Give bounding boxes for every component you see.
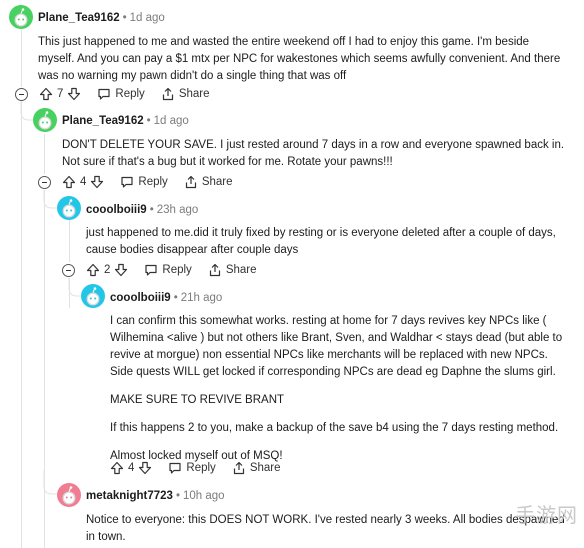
share-button[interactable]: Share [161, 87, 210, 101]
reply-icon [98, 88, 111, 100]
vote-count: 4 [128, 462, 135, 474]
share-label: Share [201, 176, 233, 188]
share-icon [185, 175, 196, 189]
comment-paragraph: in town. [86, 531, 126, 543]
downvote-icon[interactable] [90, 175, 104, 189]
share-label: Share [225, 264, 257, 276]
upvote-icon[interactable] [110, 461, 124, 475]
snoo-avatar-icon [14, 8, 28, 27]
collapse-thread-button[interactable] [62, 263, 75, 277]
reply-icon [121, 176, 134, 188]
comment-meta: Plane_Tea9162 • 1d ago [62, 115, 189, 127]
reply-button[interactable]: Reply [168, 461, 216, 475]
username[interactable]: cooolboiii9 [86, 204, 147, 216]
comment-paragraph: This just happened to me and wasted the … [38, 36, 561, 82]
snoo-avatar-icon [62, 199, 76, 218]
share-label: Share [249, 462, 281, 474]
comment-paragraph: If this happens 2 to you, make a backup … [110, 422, 559, 434]
share-icon [233, 461, 244, 475]
reply-button[interactable]: Reply [144, 263, 192, 277]
share-button[interactable]: Share [232, 461, 281, 475]
comment-paragraph: MAKE SURE TO REVIVE BRANT [110, 394, 285, 406]
snoo-avatar-icon [86, 287, 100, 306]
reply-button[interactable]: Reply [120, 175, 168, 189]
comment-body: Notice to everyone: this DOES NOT WORK. … [86, 512, 565, 546]
comment-paragraph: just happened to me.did it truly fixed b… [86, 227, 556, 256]
thread-connector [68, 278, 82, 297]
comment-actions: 4 Reply Share [110, 458, 281, 478]
timestamp: 1d ago [153, 115, 189, 127]
vote-control: 7 [39, 87, 81, 101]
downvote-icon[interactable] [114, 263, 128, 277]
comment-body: I can confirm this somewhat works. resti… [110, 313, 570, 476]
reply-label: Reply [138, 176, 168, 188]
downvote-icon[interactable] [67, 87, 81, 101]
share-icon [162, 87, 173, 101]
comment-actions: 4 Reply Share [38, 172, 233, 192]
thread-connector [43, 470, 57, 495]
username[interactable]: Plane_Tea9162 [62, 115, 144, 127]
snoo-avatar-icon [62, 486, 76, 505]
username[interactable]: cooolboiii9 [110, 292, 171, 304]
avatar[interactable] [33, 108, 57, 132]
comment-meta: Plane_Tea9162 • 1d ago [38, 12, 165, 24]
vote-count: 4 [80, 176, 87, 188]
timestamp: 10h ago [182, 490, 225, 502]
username[interactable]: metaknight7723 [86, 490, 173, 502]
reply-label: Reply [115, 88, 145, 100]
collapse-thread-button[interactable] [38, 175, 51, 189]
comment-meta: cooolboiii9 • 23h ago [86, 204, 199, 216]
comment-paragraph: I can confirm this somewhat works. resti… [110, 315, 563, 378]
vote-count: 2 [104, 264, 111, 276]
reply-label: Reply [162, 264, 192, 276]
collapse-thread-button[interactable] [15, 87, 28, 101]
upvote-icon[interactable] [39, 87, 53, 101]
snoo-avatar-icon [38, 111, 52, 130]
avatar[interactable] [57, 196, 81, 220]
vote-control: 4 [62, 175, 104, 189]
share-button[interactable]: Share [184, 175, 233, 189]
comment-actions: 7 Reply Share [15, 84, 210, 104]
share-button[interactable]: Share [208, 263, 257, 277]
timestamp: 1d ago [129, 12, 165, 24]
comment-paragraph: DON'T DELETE YOUR SAVE. I just rested ar… [62, 139, 565, 168]
timestamp: 23h ago [156, 204, 199, 216]
share-label: Share [178, 88, 210, 100]
avatar[interactable] [57, 483, 81, 507]
username[interactable]: Plane_Tea9162 [38, 12, 120, 24]
upvote-icon[interactable] [86, 263, 100, 277]
avatar[interactable] [81, 284, 105, 308]
downvote-icon[interactable] [138, 461, 152, 475]
vote-count: 7 [57, 88, 64, 100]
comment-actions: 2 Reply Share [62, 260, 257, 280]
share-icon [209, 263, 220, 277]
comment-meta: metaknight7723 • 10h ago [86, 490, 225, 502]
vote-control: 2 [86, 263, 128, 277]
reply-icon [145, 264, 158, 276]
vote-control: 4 [110, 461, 152, 475]
comment-paragraph: Notice to everyone: this DOES NOT WORK. … [86, 514, 565, 526]
reply-label: Reply [186, 462, 216, 474]
avatar[interactable] [9, 5, 33, 29]
comment-meta: cooolboiii9 • 21h ago [110, 292, 223, 304]
timestamp: 21h ago [180, 292, 223, 304]
upvote-icon[interactable] [62, 175, 76, 189]
reply-icon [169, 462, 182, 474]
thread-connector [43, 190, 57, 209]
reply-button[interactable]: Reply [97, 87, 145, 101]
watermark: 手游网 [515, 503, 578, 527]
